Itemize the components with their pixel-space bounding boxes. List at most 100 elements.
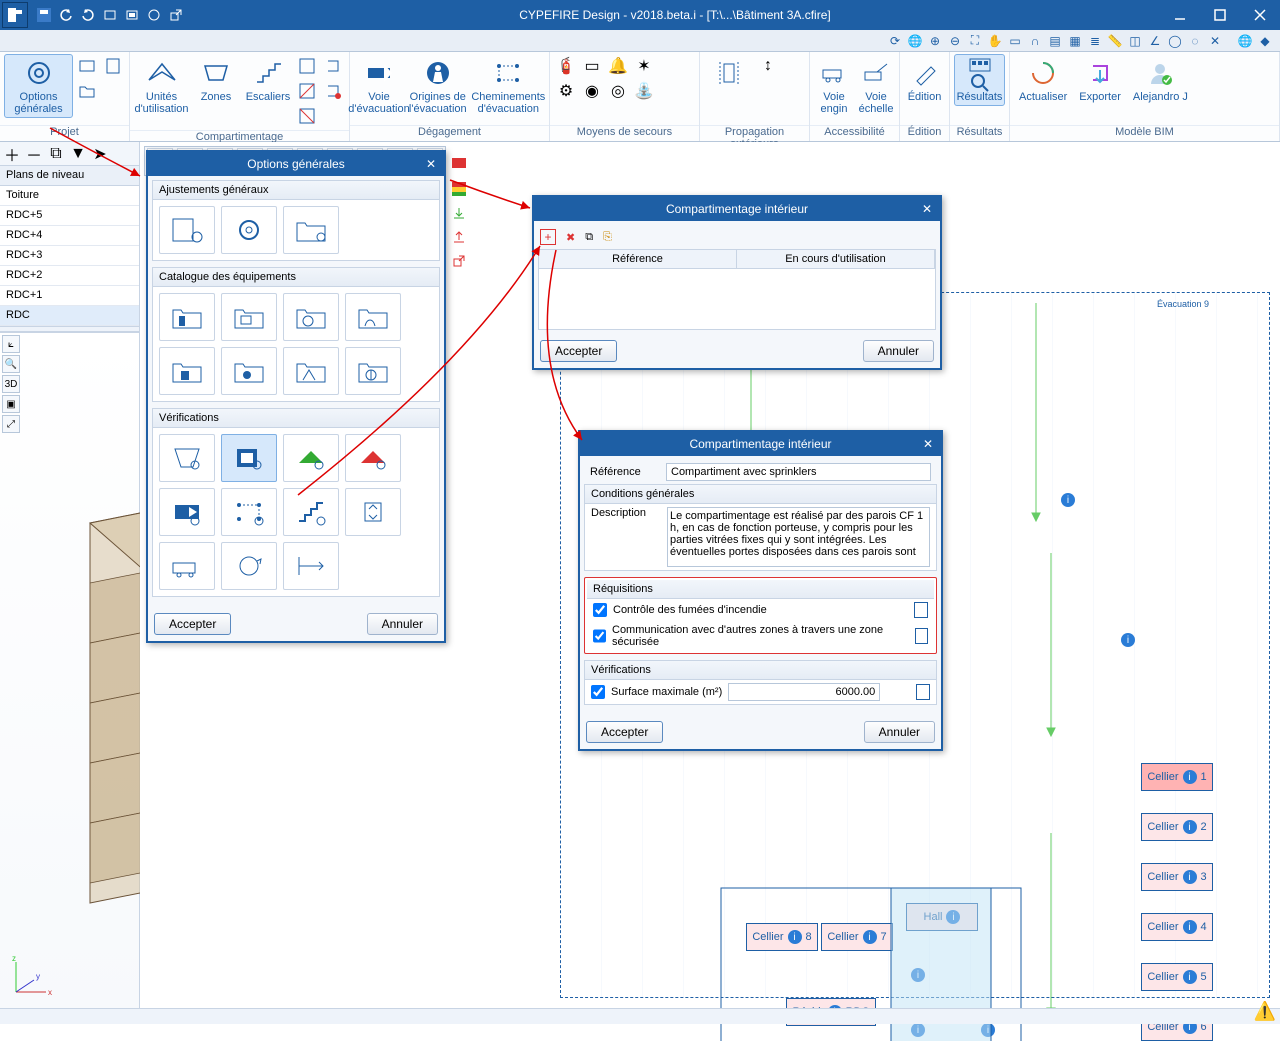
compart-icon[interactable] (295, 54, 319, 78)
accept-button[interactable]: Accepter (154, 613, 231, 635)
accept-button[interactable]: Accepter (540, 340, 617, 362)
cat-icon[interactable] (159, 347, 215, 395)
compart-icon[interactable] (321, 79, 345, 103)
external-icon[interactable] (166, 5, 186, 25)
doc-icon[interactable] (914, 602, 928, 618)
edition-button[interactable]: Édition (904, 54, 945, 106)
view-3d[interactable]: ⟀ 🔍 3D ▣ ⤢ xzy (0, 332, 139, 1008)
export-icon[interactable]: ⎘ (603, 231, 612, 244)
flag-red-icon[interactable] (450, 156, 468, 174)
actualiser-button[interactable]: Actualiser (1014, 54, 1072, 106)
close-button[interactable] (1240, 0, 1280, 30)
select-icon[interactable]: ▭ (1006, 32, 1024, 50)
undo-icon[interactable] (56, 5, 76, 25)
ruler-icon[interactable]: 📏 (1106, 32, 1124, 50)
level-add-icon[interactable]: ＋ (2, 144, 22, 164)
cat-icon[interactable] (345, 347, 401, 395)
tools-icon[interactable]: ✕ (1206, 32, 1224, 50)
cheminements-button[interactable]: Cheminements d'évacuation (472, 54, 545, 118)
folder-icon[interactable] (75, 79, 99, 103)
copy-icon[interactable]: ⧉ (585, 231, 593, 244)
level-row[interactable]: RDC+5 (0, 206, 139, 226)
fit-icon[interactable]: ⛶ (966, 32, 984, 50)
ver-path-icon[interactable] (221, 488, 277, 536)
snap-icon[interactable]: ∩ (1026, 32, 1044, 50)
zoom-out-icon[interactable]: ⊖ (946, 32, 964, 50)
level-del-icon[interactable]: － (24, 144, 44, 164)
grid-icon[interactable]: ▦ (1066, 32, 1084, 50)
about-icon[interactable]: ◆ (1256, 32, 1274, 50)
expand-icon[interactable]: ⤢ (2, 415, 20, 433)
3d-text-icon[interactable]: 3D (2, 375, 20, 393)
cat-icon[interactable] (221, 347, 277, 395)
close-icon[interactable]: ✕ (919, 435, 937, 453)
close-icon[interactable]: ✕ (918, 200, 936, 218)
secours-icon[interactable]: ⚙ (554, 79, 578, 103)
dashed-icon[interactable]: ◌ (1186, 32, 1204, 50)
compart-icon[interactable] (295, 79, 319, 103)
export-icon[interactable] (450, 228, 468, 246)
secours-icon[interactable]: ◎ (606, 79, 630, 103)
adj-building-icon[interactable] (159, 206, 215, 254)
req1-checkbox[interactable] (593, 603, 607, 617)
level-go-icon[interactable]: ➤ (90, 144, 110, 164)
propagation-icon[interactable]: ↕ (756, 54, 780, 78)
zoom-in-icon[interactable]: ⊕ (926, 32, 944, 50)
ver-exit-icon[interactable] (159, 488, 215, 536)
resultats-button[interactable]: Résultats (954, 54, 1005, 106)
cube-icon[interactable]: ▣ (2, 395, 20, 413)
cancel-button[interactable]: Annuler (863, 340, 934, 362)
level-row[interactable]: RDC+3 (0, 246, 139, 266)
compart-icon[interactable] (321, 54, 345, 78)
level-row[interactable]: Toiture (0, 186, 139, 206)
redo-icon[interactable] (78, 5, 98, 25)
external-icon[interactable] (450, 252, 468, 270)
secours-icon[interactable]: ✶ (632, 54, 656, 78)
maximize-button[interactable] (1200, 0, 1240, 30)
cancel-button[interactable]: Annuler (367, 613, 438, 635)
grid-icon[interactable]: ▤ (1046, 32, 1064, 50)
ver-rotate-icon[interactable] (221, 542, 277, 590)
save-icon[interactable] (34, 5, 54, 25)
secours-icon[interactable]: ⛲ (632, 79, 656, 103)
level-row[interactable]: RDC+4 (0, 226, 139, 246)
angle-icon[interactable]: ∠ (1146, 32, 1164, 50)
ver-lift-icon[interactable] (345, 488, 401, 536)
unites-button[interactable]: Unités d'utilisation (134, 54, 189, 118)
level-row[interactable]: RDC+1 (0, 286, 139, 306)
accept-button[interactable]: Accepter (586, 721, 663, 743)
cat-icon[interactable] (283, 347, 339, 395)
ref-input[interactable] (666, 463, 931, 481)
ver-icon[interactable] (345, 434, 401, 482)
exporter-button[interactable]: Exporter (1074, 54, 1126, 106)
ver-engine-icon[interactable] (159, 542, 215, 590)
cat-icon[interactable] (221, 293, 277, 341)
compart-icon[interactable] (295, 104, 319, 128)
pan-icon[interactable]: ✋ (986, 32, 1004, 50)
doc-icon[interactable] (915, 628, 928, 644)
adj-folder-icon[interactable] (283, 206, 339, 254)
voie-echelle-button[interactable]: Voie échelle (856, 54, 896, 118)
refresh-icon[interactable]: ⟳ (886, 32, 904, 50)
secours-icon[interactable]: 🧯 (554, 54, 578, 78)
ver-icon[interactable] (159, 434, 215, 482)
origines-button[interactable]: Origines de l'évacuation (406, 54, 470, 118)
voie-engin-button[interactable]: Voie engin (814, 54, 854, 118)
delete-icon[interactable]: ✖ (566, 231, 575, 244)
project-icon[interactable] (75, 54, 99, 78)
circle-icon[interactable]: ◯ (1166, 32, 1184, 50)
options-generales-button[interactable]: Options générales (4, 54, 73, 118)
qat-icon[interactable] (100, 5, 120, 25)
minimize-button[interactable] (1160, 0, 1200, 30)
req2-checkbox[interactable] (593, 629, 606, 643)
ruler-icon[interactable]: ◫ (1126, 32, 1144, 50)
desc-textarea[interactable] (667, 507, 930, 567)
ver1-input[interactable] (728, 683, 880, 701)
globe-icon[interactable]: 🌐 (906, 32, 924, 50)
add-icon[interactable]: + (540, 229, 556, 245)
voie-evac-button[interactable]: Voie d'évacuation (354, 54, 404, 118)
level-row[interactable]: RDC+2 (0, 266, 139, 286)
secours-icon[interactable]: ◉ (580, 79, 604, 103)
import-icon[interactable] (450, 204, 468, 222)
level-row[interactable]: RDC (0, 306, 139, 326)
